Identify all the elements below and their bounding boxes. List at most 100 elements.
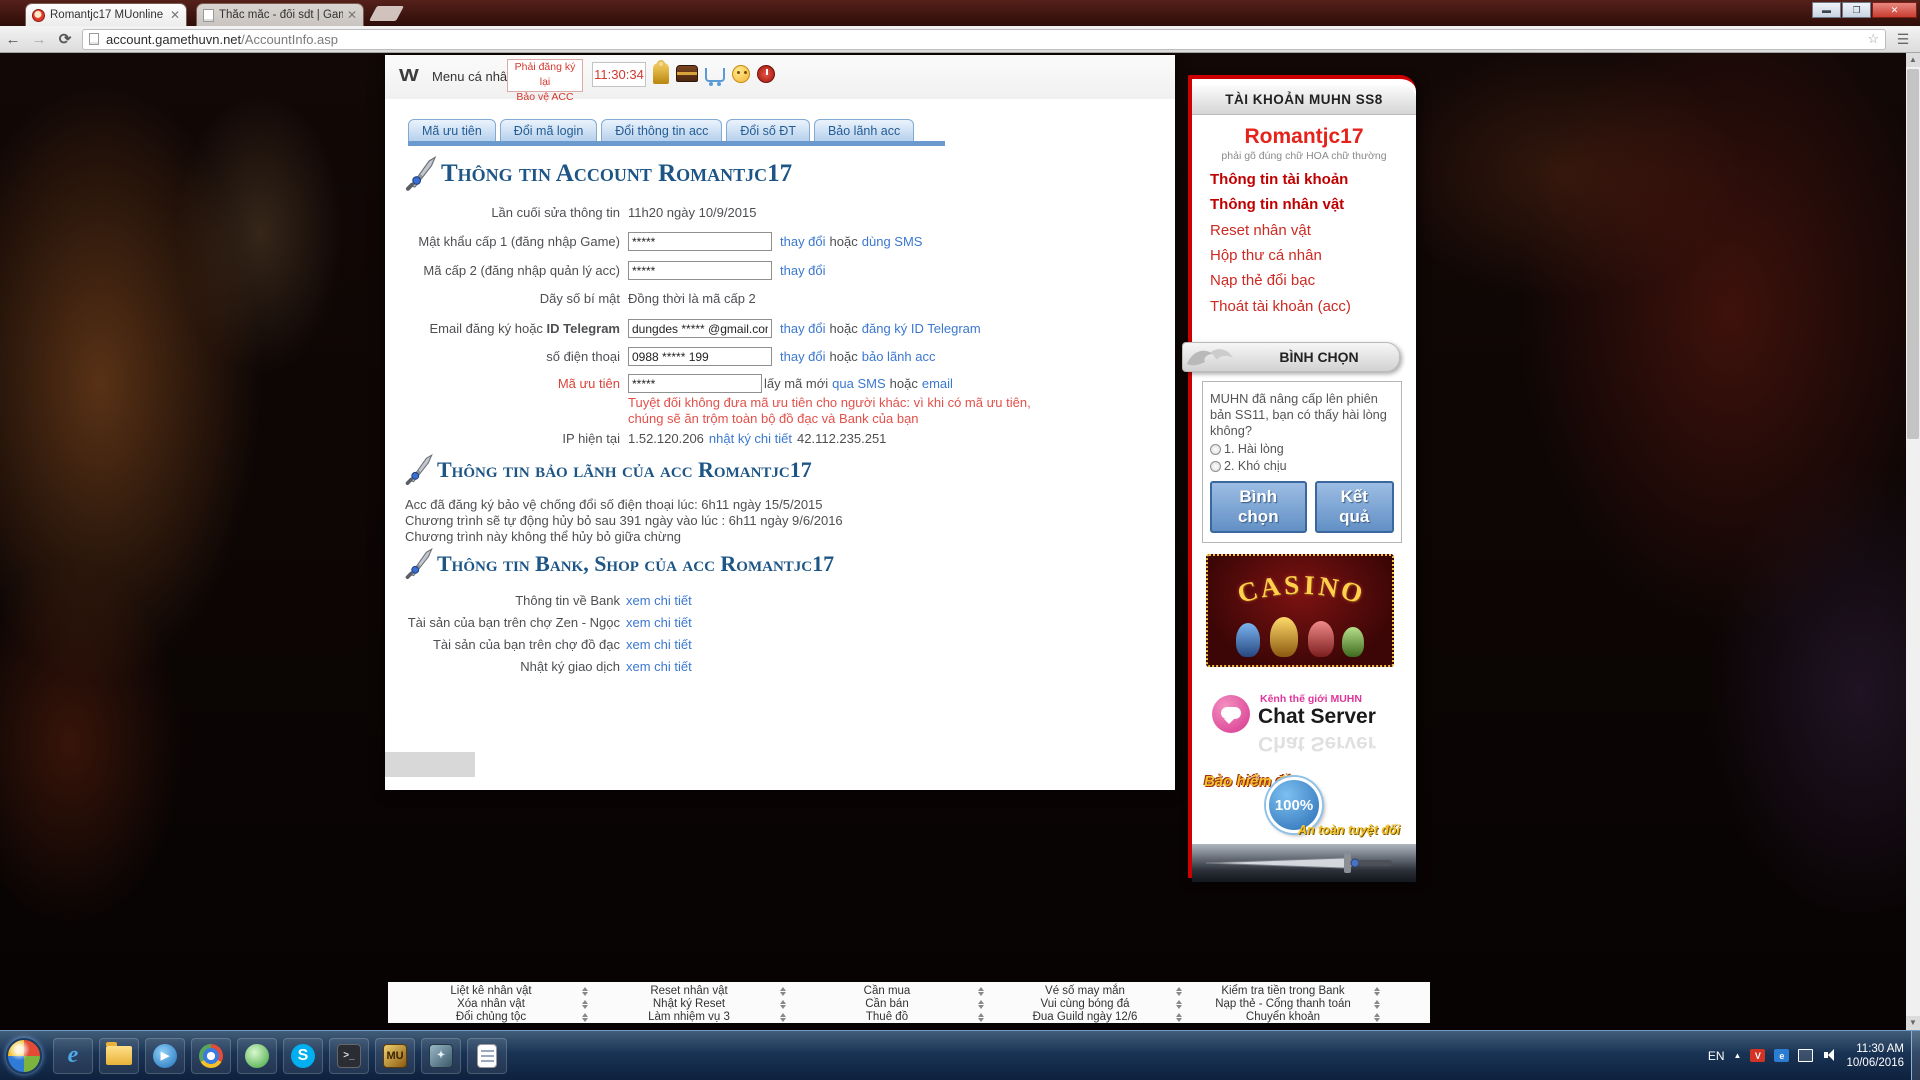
- item-market-detail-link[interactable]: xem chi tiết: [626, 637, 692, 652]
- phone-input[interactable]: [628, 347, 772, 366]
- unikey-icon[interactable]: V: [1750, 1049, 1765, 1062]
- vote-button[interactable]: Bình chọn: [1210, 481, 1307, 533]
- radio-icon[interactable]: [1210, 461, 1221, 472]
- footer-link[interactable]: Nạp thẻ - Cổng thanh toán: [1196, 998, 1370, 1010]
- footer-link[interactable]: Đua Guild ngày 12/6: [998, 1011, 1172, 1023]
- footer-link[interactable]: Liệt kê nhân vật: [404, 985, 578, 997]
- change-password2-link[interactable]: thay đổi: [780, 263, 826, 278]
- taskbar-icon-ie[interactable]: e: [53, 1038, 93, 1074]
- maximize-button[interactable]: ❐: [1842, 2, 1871, 18]
- poll-option-2[interactable]: 2. Khó chịu: [1210, 459, 1394, 473]
- footer-link[interactable]: Cần bán: [800, 998, 974, 1010]
- zen-market-detail-link[interactable]: xem chi tiết: [626, 615, 692, 630]
- taskbar-clock[interactable]: 11:30 AM 10/06/2016: [1846, 1042, 1904, 1070]
- transaction-log-detail-link[interactable]: xem chi tiết: [626, 659, 692, 674]
- spinner-icon[interactable]: [776, 1013, 790, 1022]
- radio-icon[interactable]: [1210, 444, 1221, 455]
- tray-app-icon[interactable]: e: [1774, 1049, 1789, 1062]
- sidebar-link-topup[interactable]: Nạp thẻ đổi bạc: [1210, 272, 1315, 289]
- logout-power-icon[interactable]: [757, 65, 775, 83]
- email-input[interactable]: [628, 319, 772, 338]
- footer-link[interactable]: Reset nhân vật: [602, 985, 776, 997]
- use-sms-link[interactable]: dùng SMS: [862, 234, 923, 249]
- bank-detail-link[interactable]: xem chi tiết: [626, 593, 692, 608]
- new-tab-button[interactable]: [369, 6, 404, 21]
- sidebar-link-reset-character[interactable]: Reset nhân vật: [1210, 222, 1311, 239]
- spinner-icon[interactable]: [974, 1000, 988, 1009]
- password1-input[interactable]: [628, 232, 772, 251]
- change-phone-link[interactable]: thay đổi: [780, 349, 826, 364]
- browser-scrollbar[interactable]: ▲ ▼: [1906, 53, 1920, 1030]
- taskbar-icon-game-tool[interactable]: ✦: [421, 1038, 461, 1074]
- sidebar-link-account-info[interactable]: Thông tin tài khoản: [1210, 171, 1348, 188]
- spinner-icon[interactable]: [578, 1000, 592, 1009]
- network-icon[interactable]: [1798, 1049, 1813, 1062]
- register-telegram-link[interactable]: đăng ký ID Telegram: [862, 321, 981, 336]
- spinner-icon[interactable]: [1370, 987, 1384, 996]
- tab-change-info[interactable]: Đổi thông tin acc: [601, 119, 722, 142]
- taskbar-icon-console[interactable]: >_: [329, 1038, 369, 1074]
- site-logo[interactable]: W: [399, 66, 417, 86]
- spinner-icon[interactable]: [776, 987, 790, 996]
- spinner-icon[interactable]: [974, 1013, 988, 1022]
- scroll-down-arrow[interactable]: ▼: [1906, 1016, 1920, 1030]
- browser-tab-account[interactable]: Romantjc17 MUonline SS ✕: [25, 3, 187, 26]
- start-button[interactable]: [6, 1038, 42, 1074]
- change-email-link[interactable]: thay đổi: [780, 321, 826, 336]
- volume-icon[interactable]: [1822, 1049, 1837, 1062]
- taskbar-icon-explorer[interactable]: [99, 1038, 139, 1074]
- protection-warning-badge[interactable]: Phải đăng ký lại Bảo vệ ACC: [507, 59, 583, 92]
- results-button[interactable]: Kết quả: [1315, 481, 1394, 533]
- address-bar[interactable]: account.gamethuvn.net /AccountInfo.asp ☆: [82, 29, 1886, 50]
- tab-priority-code[interactable]: Mã ưu tiên: [408, 119, 496, 142]
- back-button[interactable]: ←: [0, 31, 26, 48]
- browser-menu-icon[interactable]: ☰: [1892, 31, 1914, 48]
- taskbar-icon-skype[interactable]: S: [283, 1038, 323, 1074]
- change-password1-link[interactable]: thay đổi: [780, 234, 826, 249]
- taskbar-icon-notepad[interactable]: [467, 1038, 507, 1074]
- sidebar-link-character-info[interactable]: Thông tin nhân vật: [1210, 196, 1344, 213]
- forward-button[interactable]: →: [26, 31, 52, 48]
- footer-link[interactable]: Kiểm tra tiền trong Bank: [1196, 985, 1370, 997]
- spinner-icon[interactable]: [1370, 1013, 1384, 1022]
- spinner-icon[interactable]: [1172, 1013, 1186, 1022]
- scrollbar-thumb[interactable]: [1907, 69, 1919, 439]
- sidebar-link-mailbox[interactable]: Hộp thư cá nhân: [1210, 247, 1322, 264]
- footer-link[interactable]: Vé số may mắn: [998, 985, 1172, 997]
- priority-code-input[interactable]: [628, 374, 762, 393]
- footer-link[interactable]: Xóa nhân vật: [404, 998, 578, 1010]
- tab-change-login[interactable]: Đổi mã login: [500, 119, 597, 142]
- tab-guarantee[interactable]: Bảo lãnh acc: [814, 119, 914, 142]
- footer-link[interactable]: Thuê đồ: [800, 1011, 974, 1023]
- footer-link[interactable]: Chuyển khoản: [1196, 1011, 1370, 1023]
- tab-close-icon[interactable]: ✕: [347, 8, 357, 22]
- spinner-icon[interactable]: [578, 1013, 592, 1022]
- browser-tab-forum[interactable]: Thắc mắc - đổi sdt | Gam ✕: [196, 3, 364, 26]
- spinner-icon[interactable]: [1172, 1000, 1186, 1009]
- taskbar-icon-media-player[interactable]: ▶: [145, 1038, 185, 1074]
- footer-link[interactable]: Đổi chủng tộc: [404, 1011, 578, 1023]
- sidebar-link-logout[interactable]: Thoát tài khoản (acc): [1210, 298, 1351, 315]
- shopping-cart-icon[interactable]: [705, 68, 725, 82]
- chat-server-banner[interactable]: Kênh thế giới MUHN Chat Server Chat Serv…: [1210, 687, 1390, 765]
- tab-change-phone[interactable]: Đổi số ĐT: [726, 119, 810, 142]
- spinner-icon[interactable]: [578, 987, 592, 996]
- footer-link[interactable]: Nhật ký Reset: [602, 998, 776, 1010]
- casino-banner[interactable]: C A S I N O: [1206, 554, 1394, 667]
- guarantee-acc-link[interactable]: bảo lãnh acc: [862, 349, 936, 364]
- refresh-button[interactable]: ⟳: [52, 30, 78, 48]
- taskbar-icon-mu-game[interactable]: MU: [375, 1038, 415, 1074]
- new-code-email-link[interactable]: email: [922, 376, 953, 391]
- item-insurance-badge[interactable]: Bảo hiểm đồ 100% An toàn tuyệt đối: [1204, 771, 1400, 839]
- footer-link[interactable]: Làm nhiệm vụ 3: [602, 1011, 776, 1023]
- personal-menu-link[interactable]: Menu cá nhân: [432, 69, 514, 84]
- scroll-up-arrow[interactable]: ▲: [1906, 53, 1920, 67]
- treasure-chest-icon[interactable]: [676, 65, 698, 82]
- language-indicator[interactable]: EN: [1708, 1049, 1725, 1063]
- bookmark-star-icon[interactable]: ☆: [1867, 31, 1879, 47]
- tray-expand-icon[interactable]: ▲: [1734, 1051, 1742, 1060]
- poll-option-1[interactable]: 1. Hài lòng: [1210, 442, 1394, 456]
- spinner-icon[interactable]: [1370, 1000, 1384, 1009]
- spinner-icon[interactable]: [776, 1000, 790, 1009]
- minimize-button[interactable]: ▬: [1812, 2, 1841, 18]
